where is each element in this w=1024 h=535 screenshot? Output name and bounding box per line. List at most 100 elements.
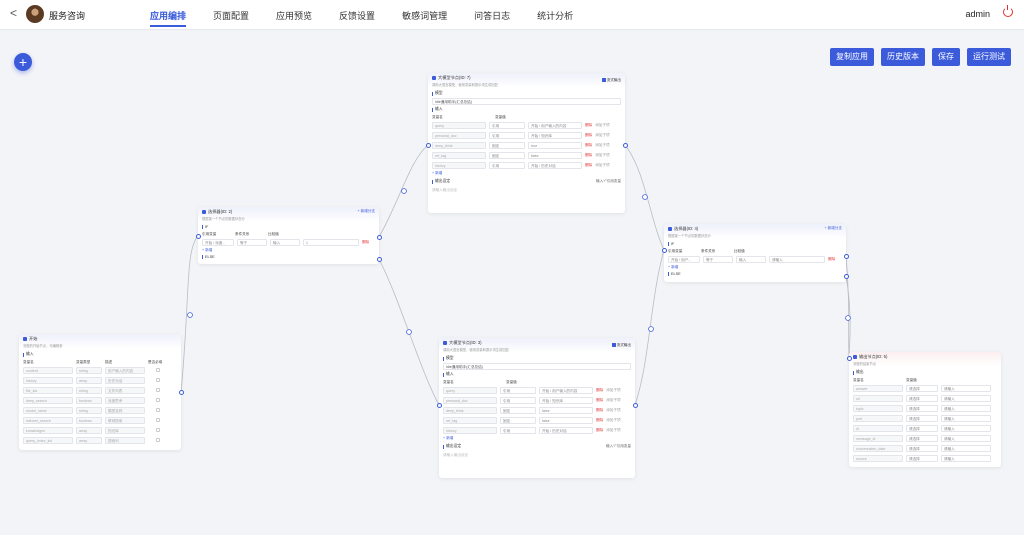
llm1-output-port[interactable] (622, 142, 628, 148)
delete-button[interactable]: 删除 (596, 408, 603, 413)
delete-button[interactable]: 删除 (362, 240, 369, 245)
condition-node-2[interactable]: 选择器(ID: 2) 根据某一个节点的数据状态分 + 新增分支 IF 引用变量 条… (198, 207, 379, 264)
add-child-button[interactable]: 添加子项 (595, 163, 609, 168)
value-type-select[interactable]: 请选择 (906, 404, 938, 412)
add-child-button[interactable]: 添加子项 (595, 153, 609, 158)
add-branch-button[interactable]: + 新增分支 (358, 209, 375, 219)
condition-field[interactable]: 开始 / 深度... (202, 238, 234, 246)
condition-field[interactable]: 开始 / 用户... (668, 255, 700, 263)
variable-name[interactable]: conversation_date (853, 444, 903, 452)
add-child-button[interactable]: 添加子项 (595, 123, 609, 128)
variable-name[interactable]: source (853, 454, 903, 462)
value-type-select[interactable]: 引用 (500, 386, 536, 394)
add-child-button[interactable]: 添加子项 (595, 133, 609, 138)
variable-name[interactable]: deep_think (443, 406, 497, 414)
value-type-select[interactable]: 固定 (500, 406, 536, 414)
value-field[interactable]: 开始 / 知识库 (539, 396, 593, 404)
variable-name[interactable]: personal_doc (443, 396, 497, 404)
value-field[interactable]: 请输入 (941, 444, 991, 452)
value-field[interactable]: 开始 / 历史对话 (539, 426, 593, 434)
required-checkbox[interactable] (156, 438, 160, 442)
start-node[interactable]: 开始 流程的开始节点，可编辑参 输入 变量名 变量类型 描述 是否必填 content… (19, 334, 181, 450)
required-checkbox[interactable] (156, 378, 160, 382)
llm-node-3[interactable]: 大模型节点(ID: 3) 调用大语言模型，使用变量和提示词生成回复 流式输出 模型 Id… (439, 338, 635, 478)
add-input-button[interactable]: + 新增 (432, 171, 621, 176)
output-input-port[interactable] (846, 355, 852, 361)
llm2-output-port[interactable] (632, 402, 638, 408)
add-child-button[interactable]: 添加子项 (606, 388, 620, 393)
delete-button[interactable]: 删除 (585, 143, 592, 148)
condition-field[interactable]: 输入 (270, 238, 300, 246)
llm-node-7[interactable]: 大模型节点(ID: 7) 调用大语言模型，使用变量和提示词生成回复 流式输出 模型 Id… (428, 73, 625, 213)
cond2-if-port[interactable] (843, 253, 849, 259)
value-field[interactable]: 开始 / 知识库 (528, 131, 582, 139)
llm2-input-port[interactable] (436, 402, 442, 408)
variable-name[interactable]: query (443, 386, 497, 394)
required-checkbox[interactable] (156, 428, 160, 432)
condition-field[interactable]: 输入 (736, 255, 766, 263)
variable-name[interactable]: answer (853, 384, 903, 392)
cond1-else-port[interactable] (376, 256, 382, 262)
add-child-button[interactable]: 添加子项 (606, 398, 620, 403)
value-type-select[interactable]: 请选择 (906, 444, 938, 452)
value-field[interactable]: true (528, 141, 582, 149)
value-field[interactable]: 请输入 (941, 424, 991, 432)
value-field[interactable]: 请输入 (941, 404, 991, 412)
value-field[interactable]: 开始 / 历史对话 (528, 161, 582, 169)
value-field[interactable]: false (539, 406, 593, 414)
value-field[interactable]: 开始 / 用户输入的内容 (528, 121, 582, 129)
value-type-select[interactable]: 固定 (489, 151, 525, 159)
condition-field[interactable]: 等于 (703, 255, 733, 263)
value-field[interactable]: 开始 / 用户输入的内容 (539, 386, 593, 394)
variable-name[interactable]: history (443, 426, 497, 434)
delete-button[interactable]: 删除 (596, 418, 603, 423)
add-child-button[interactable]: 添加子项 (606, 418, 620, 423)
delete-button[interactable]: 删除 (585, 123, 592, 128)
variable-name[interactable]: ref_tag (443, 416, 497, 424)
condition-field[interactable]: 请输入 (769, 255, 825, 263)
cond1-input-port[interactable] (195, 233, 201, 239)
value-field[interactable]: false (539, 416, 593, 424)
stream-output-toggle[interactable]: 流式输出 (601, 75, 621, 85)
output-setting-input[interactable]: 请输入输出设定 (443, 453, 631, 458)
cond1-if-port[interactable] (376, 234, 382, 240)
value-type-select[interactable]: 请选择 (906, 454, 938, 462)
variable-name[interactable]: id (853, 424, 903, 432)
value-type-select[interactable]: 固定 (489, 141, 525, 149)
variable-name[interactable]: topic (853, 404, 903, 412)
add-branch-button[interactable]: + 新增分支 (825, 226, 842, 236)
output-setting-input[interactable]: 请输入输出设定 (432, 188, 621, 193)
add-condition-button[interactable]: + 新增 (668, 265, 842, 270)
delete-button[interactable]: 删除 (585, 153, 592, 158)
model-select[interactable]: Idle通用助手(汇总总结) (432, 98, 621, 105)
value-type-select[interactable]: 请选择 (906, 434, 938, 442)
cond2-else-port[interactable] (843, 273, 849, 279)
variable-name[interactable]: deep_think (432, 141, 486, 149)
value-field[interactable]: 请输入 (941, 434, 991, 442)
required-checkbox[interactable] (156, 398, 160, 402)
add-child-button[interactable]: 添加子项 (595, 143, 609, 148)
value-field[interactable]: false (528, 151, 582, 159)
value-field[interactable]: 请输入 (941, 394, 991, 402)
variable-name[interactable]: message_id (853, 434, 903, 442)
condition-node-4[interactable]: 选择器(ID: 4) 根据某一个节点的数据状态分 + 新增分支 IF 引用变量 条… (664, 224, 846, 282)
variable-name[interactable]: url (853, 394, 903, 402)
value-field[interactable]: 请输入 (941, 384, 991, 392)
required-checkbox[interactable] (156, 418, 160, 422)
value-type-select[interactable]: 固定 (500, 416, 536, 424)
value-type-select[interactable]: 请选择 (906, 424, 938, 432)
value-type-select[interactable]: 引用 (489, 161, 525, 169)
delete-button[interactable]: 删除 (585, 133, 592, 138)
value-type-select[interactable]: 引用 (500, 426, 536, 434)
value-type-select[interactable]: 引用 (489, 121, 525, 129)
value-field[interactable]: 请输入 (941, 414, 991, 422)
value-type-select[interactable]: 请选择 (906, 414, 938, 422)
condition-field[interactable]: 等于 (237, 238, 267, 246)
llm1-input-port[interactable] (425, 142, 431, 148)
model-select[interactable]: Idle通用助手(汇总总结) (443, 363, 631, 370)
required-checkbox[interactable] (156, 408, 160, 412)
required-checkbox[interactable] (156, 368, 160, 372)
delete-button[interactable]: 删除 (596, 388, 603, 393)
condition-field[interactable]: 1 (303, 238, 359, 246)
add-condition-button[interactable]: + 新增 (202, 248, 375, 253)
